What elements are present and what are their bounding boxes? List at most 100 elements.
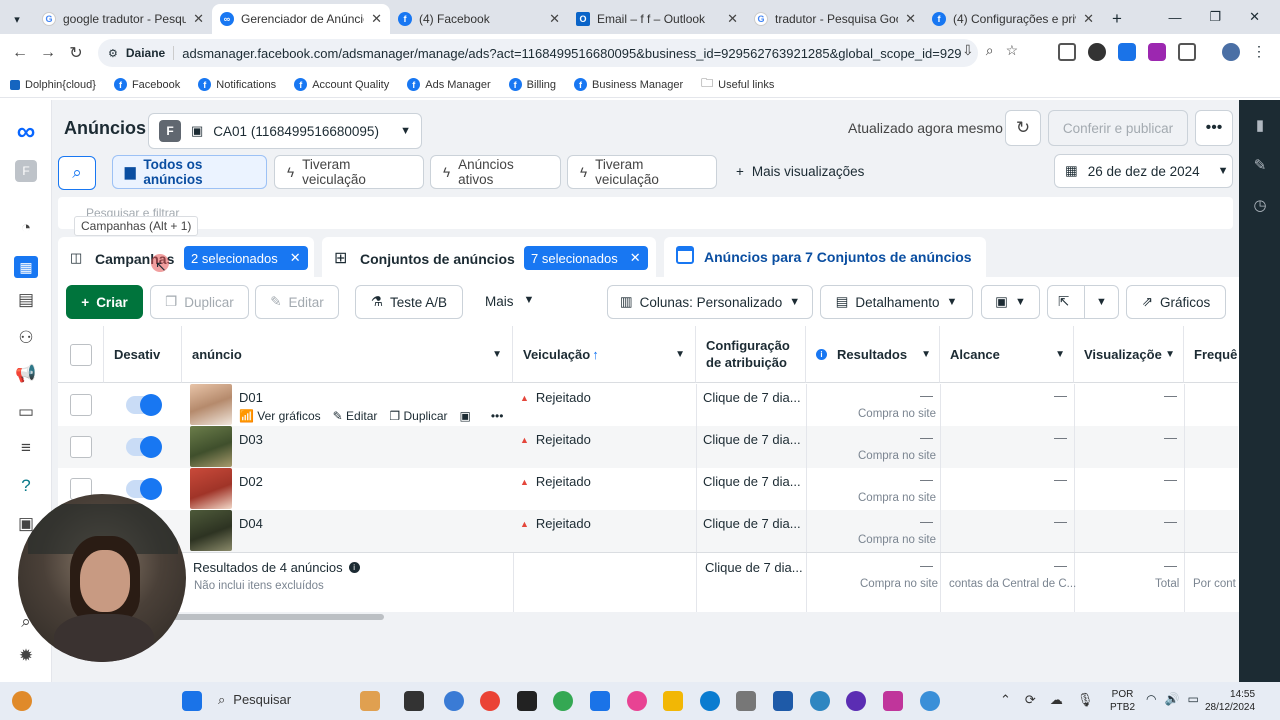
close-icon[interactable]: ✕ [727, 11, 738, 27]
ab-test-button[interactable]: ⚗ Teste A/B [355, 285, 463, 319]
more-actions-button[interactable]: Mais ▼ [485, 294, 534, 309]
billing-card-icon[interactable]: ▭ [14, 402, 38, 424]
campaigns-selected-chip[interactable]: 2 selecionados ✕ [184, 246, 308, 270]
search-filter-bar[interactable] [58, 197, 1233, 229]
table-row[interactable]: D03 ▲ Rejeitado Clique de 7 dia... — Comp… [58, 426, 1238, 468]
app-icon[interactable] [444, 691, 464, 711]
cloud-icon[interactable]: ☁ [1050, 692, 1063, 708]
ad-thumbnail[interactable] [190, 510, 232, 551]
audiences-icon[interactable]: ⚇ [14, 328, 38, 350]
taskbar-search[interactable]: ⌕ Pesquisar [218, 692, 291, 708]
ads-megaphone-icon[interactable]: 📢 [14, 364, 38, 386]
task-view-icon[interactable] [404, 691, 424, 711]
forward-icon[interactable]: → [34, 44, 62, 62]
profile-avatar-icon[interactable] [1222, 43, 1240, 61]
tab-search-icon[interactable]: ▾ [0, 4, 34, 34]
search-button[interactable]: ⌕ [58, 156, 96, 190]
ad-toggle[interactable] [126, 436, 162, 458]
ad-name-link[interactable]: D01 [239, 390, 263, 405]
network-volume-battery[interactable]: ◠ 🔊 ▭ [1146, 692, 1199, 706]
col-toggle[interactable]: Desativ [104, 326, 182, 383]
close-icon[interactable]: ✕ [290, 250, 301, 266]
col-impressions[interactable]: Visualizaçõe ▼ [1074, 326, 1184, 383]
table-row[interactable]: D02 ▲ Rejeitado Clique de 7 dia... — Comp… [58, 468, 1238, 510]
ad-name-link[interactable]: D02 [239, 474, 263, 489]
view-delivered-2[interactable]: ϟ Tiveram veiculação [567, 155, 717, 189]
chevron-up-icon[interactable]: ⌃ [1000, 692, 1011, 708]
account-selector[interactable]: F ▣ CA01 (1168499516680095) ▼ [148, 113, 422, 149]
select-all-checkbox[interactable] [70, 344, 92, 366]
back-icon[interactable]: ← [6, 44, 34, 62]
ad-toggle[interactable] [126, 478, 162, 500]
install-icon[interactable]: ⇩ [962, 42, 974, 59]
campaigns-table-icon[interactable]: ▦ [14, 256, 38, 278]
file-explorer-icon[interactable] [663, 691, 683, 711]
ad-toggle[interactable] [126, 394, 162, 416]
row-checkbox[interactable] [70, 394, 92, 416]
language-indicator[interactable]: POR PTB2 [1110, 688, 1135, 714]
info-icon[interactable]: i [348, 562, 360, 573]
app-icon[interactable] [517, 691, 537, 711]
duplicate-action[interactable]: ❐ Duplicar [389, 409, 447, 423]
close-icon[interactable]: ✕ [193, 11, 204, 27]
view-all-ads[interactable]: ▆ Todos os anúncios [112, 155, 267, 189]
chrome-icon[interactable] [480, 691, 500, 711]
ad-name-link[interactable]: D04 [239, 516, 263, 531]
browser-tab[interactable]: O Email – f f – Outlook ✕ [568, 4, 746, 34]
row-checkbox[interactable] [70, 436, 92, 458]
view-active-ads[interactable]: ϟ Anúncios ativos [430, 155, 561, 189]
account-avatar-icon[interactable]: F [15, 160, 37, 182]
ellipsis-icon[interactable]: ••• [491, 409, 504, 423]
col-frequency[interactable]: Frequê [1184, 326, 1238, 383]
app-icon[interactable] [883, 691, 903, 711]
ad-thumbnail[interactable] [190, 426, 232, 467]
bookmark-useful-links[interactable]: 🗀 Useful links [701, 74, 774, 95]
duplicate-button[interactable]: ❐ Duplicar [150, 285, 249, 319]
close-icon[interactable]: ✕ [549, 11, 560, 27]
view-delivered[interactable]: ϟ Tiveram veiculação [274, 155, 424, 189]
history-icon[interactable]: ◷ [1251, 196, 1269, 214]
ad-thumbnail[interactable] [190, 384, 232, 425]
profile-chip[interactable]: Daiane [126, 46, 175, 60]
close-icon[interactable]: ✕ [371, 11, 382, 27]
view-charts-action[interactable]: 📶 Ver gráficos [239, 409, 321, 423]
zoom-icon[interactable]: ⌕ [986, 42, 994, 59]
mic-icon[interactable]: 🎙 [1077, 692, 1094, 708]
edit-action[interactable]: ✎ Editar [333, 409, 378, 423]
date-range-picker[interactable]: ▦ 26 de dez de 2024 ▼ [1054, 154, 1233, 188]
breakdown-button[interactable]: ▤ Detalhamento ▼ [820, 285, 973, 319]
close-icon[interactable]: ✕ [630, 250, 641, 266]
new-tab-button[interactable]: + [1102, 4, 1132, 34]
maximize-icon[interactable]: ❐ [1209, 9, 1221, 25]
more-views-button[interactable]: + Mais visualizações [736, 164, 864, 179]
reports-icon[interactable]: ▤ [14, 290, 38, 312]
meta-logo-icon[interactable]: ∞ [10, 116, 42, 146]
browser-tab[interactable]: f(4) Configurações e privac✕ [924, 4, 1102, 34]
col-reach[interactable]: Alcance ▼ [940, 326, 1074, 383]
ad-name-link[interactable]: D03 [239, 432, 263, 447]
reload-icon[interactable]: ↻ [62, 43, 90, 63]
chart-bars-icon[interactable]: ▮ [1251, 116, 1269, 134]
app-icon[interactable] [736, 691, 756, 711]
col-delivery[interactable]: Veiculação ↑ ▼ [513, 326, 696, 383]
weather-icon[interactable] [12, 691, 32, 711]
app-icon[interactable] [590, 691, 610, 711]
dashboard-gauge-icon[interactable]: ◔ [14, 218, 38, 240]
edit-button[interactable]: ✎ Editar [255, 285, 339, 319]
extension-icon[interactable] [1118, 43, 1136, 61]
app-icon[interactable] [920, 691, 940, 711]
bookmark-notifications[interactable]: f Notifications [198, 78, 276, 91]
export-button[interactable]: ⇱ ▼ [1047, 285, 1119, 319]
browser-tab[interactable]: Gtradutor - Pesquisa Google✕ [746, 4, 924, 34]
menu-lines-icon[interactable]: ≡ [14, 438, 38, 460]
browser-tab[interactable]: Ggoogle tradutor - Pesquisa✕ [34, 4, 212, 34]
close-icon[interactable]: ✕ [1083, 11, 1094, 27]
help-icon[interactable]: ? [14, 476, 38, 498]
chrome-icon[interactable] [553, 691, 573, 711]
refresh-button[interactable]: ↻ [1005, 110, 1041, 146]
bookmark-dolphin[interactable]: Dolphin{cloud} [10, 79, 96, 91]
ad-thumbnail[interactable] [190, 468, 232, 509]
review-publish-button[interactable]: Conferir e publicar [1048, 110, 1188, 146]
app-icon[interactable] [810, 691, 830, 711]
copilot-icon[interactable] [627, 691, 647, 711]
